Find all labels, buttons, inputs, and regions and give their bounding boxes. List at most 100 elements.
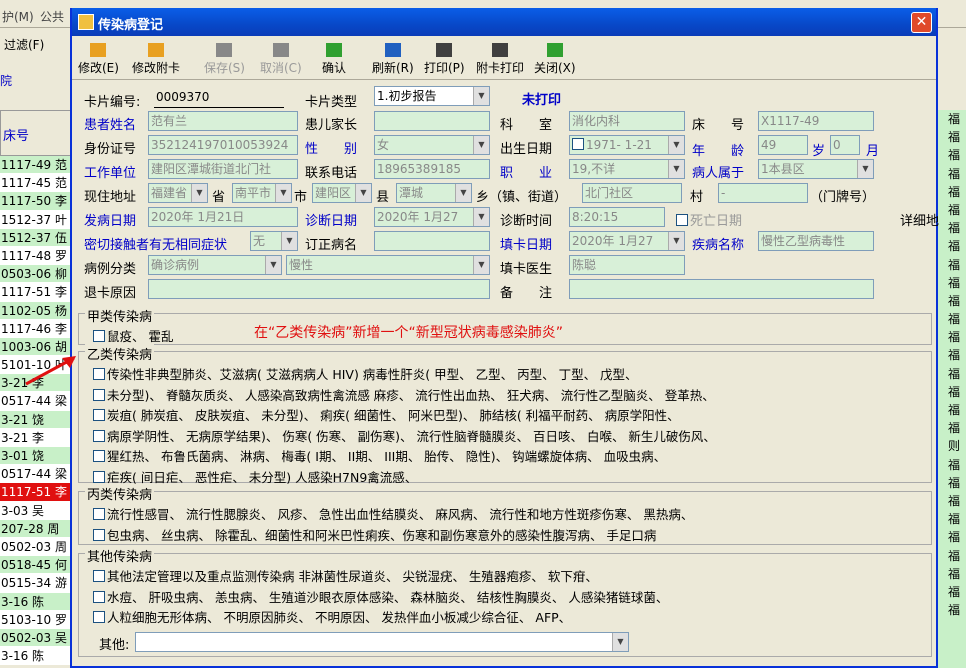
town-select[interactable]: 潭城 ▼ (396, 183, 472, 203)
fill-date-field[interactable]: 2020年 1月27 ▼ (569, 231, 685, 251)
phone-field[interactable]: 18965389185 (374, 159, 490, 179)
chevron-down-icon[interactable]: ▼ (668, 232, 684, 250)
dept-field[interactable]: 消化内科 (569, 111, 685, 131)
table-row[interactable]: 3-01 饶 (0, 447, 72, 466)
chevron-down-icon[interactable]: ▼ (191, 184, 207, 202)
toolbar-button[interactable]: 确认 (322, 41, 346, 77)
remark-field[interactable] (569, 279, 874, 299)
disease-checkbox[interactable] (93, 570, 105, 582)
sex-select[interactable]: 女 ▼ (374, 135, 490, 155)
card-type-select[interactable]: 1.初步报告 ▼ (374, 86, 490, 106)
chevron-down-icon[interactable]: ▼ (473, 87, 489, 105)
chevron-down-icon[interactable]: ▼ (473, 136, 489, 154)
bed-field[interactable]: X1117-49 (758, 111, 874, 131)
diag-field[interactable]: 2020年 1月27 ▼ (374, 207, 490, 227)
chevron-down-icon[interactable]: ▼ (668, 136, 684, 154)
parent-field[interactable] (374, 111, 490, 131)
reject-field[interactable] (148, 279, 490, 299)
table-row[interactable]: 0503-06 柳 (0, 265, 72, 284)
table-row[interactable]: 5103-10 罗 (0, 610, 72, 629)
toolbar-button[interactable]: 附卡打印 (476, 41, 524, 77)
disease-option-line[interactable]: 猩红热、 布鲁氏菌病、 淋病、 梅毒( I期、 II期、 III期、 胎传、 隐… (93, 446, 666, 465)
village-field[interactable]: 北门社区 (582, 183, 682, 203)
table-row[interactable]: 0502-03 周 (0, 537, 72, 557)
disease-checkbox[interactable] (93, 409, 105, 421)
toolbar-button[interactable]: 取消(C) (260, 41, 302, 77)
chevron-down-icon[interactable]: ▼ (455, 184, 471, 202)
house-field[interactable]: - (718, 183, 808, 203)
table-row[interactable]: 1117-49 范 (0, 156, 72, 175)
table-row[interactable]: 1117-50 李 (0, 192, 72, 211)
disease-field[interactable]: 慢性乙型病毒性 (758, 231, 874, 251)
disease-option-line[interactable]: 其他法定管理以及重点监测传染病 非淋菌性尿道炎、 尖锐湿疣、 生殖器疱疹、 软下… (93, 566, 598, 585)
toolbar-button[interactable]: 修改附卡 (132, 41, 180, 77)
filter-button[interactable]: 过滤(F) (4, 36, 44, 53)
county-select[interactable]: 建阳区 ▼ (312, 183, 372, 203)
toolbar-button[interactable]: 保存(S) (204, 41, 245, 77)
table-row[interactable]: 0517-44 梁 (0, 392, 72, 411)
chevron-down-icon[interactable]: ▼ (612, 633, 628, 651)
contact-select[interactable]: 无 ▼ (250, 231, 298, 251)
disease-checkbox[interactable] (93, 470, 105, 483)
diagtime-field[interactable]: 8:20:15 (569, 207, 665, 227)
card-no-field[interactable]: 0009370 (154, 88, 284, 108)
month-field[interactable]: 0 (830, 135, 860, 155)
disease-option-line[interactable]: 未分型)、 脊髓灰质炎、 人感染高致病性禽流感 麻疹、 流行性出血热、 狂犬病、… (93, 385, 715, 404)
table-row[interactable]: 0518-45 何 (0, 556, 72, 575)
menu-item[interactable]: 护(M) (2, 8, 34, 25)
work-field[interactable]: 建阳区潭城街道北门社 (148, 159, 298, 179)
disease-option-line[interactable]: 包虫病、 丝虫病、 除霍乱、细菌性和阿米巴性痢疾、伤寒和副伤寒意外的感染性腹泻病… (93, 525, 656, 544)
close-icon[interactable]: ✕ (911, 12, 932, 33)
table-row[interactable]: 3-16 陈 (0, 647, 72, 666)
chevron-down-icon[interactable]: ▼ (275, 184, 291, 202)
table-row[interactable]: 1117-51 李 (0, 483, 72, 502)
birth-checkbox[interactable] (572, 138, 584, 150)
other-select[interactable]: ▼ (135, 632, 629, 652)
menu-item[interactable]: 公共 (40, 8, 64, 25)
disease-option-line[interactable]: 炭疽( 肺炭疽、 皮肤炭疽、 未分型)、 痢疾( 细菌性、 阿米巴型)、 肺结核… (93, 405, 680, 424)
patient-field[interactable]: 范有兰 (148, 111, 298, 131)
disease-checkbox[interactable] (93, 429, 105, 442)
table-row[interactable]: 1117-48 罗 (0, 246, 72, 266)
disease-checkbox[interactable] (93, 450, 105, 462)
toolbar-button[interactable]: 打印(P) (424, 41, 465, 77)
chevron-down-icon[interactable]: ▼ (281, 232, 297, 250)
disease-checkbox[interactable] (93, 368, 105, 380)
onset-field[interactable]: 2020年 1月21日 (148, 207, 298, 227)
toolbar-button[interactable]: 刷新(R) (372, 41, 414, 77)
id-field[interactable]: 352124197010053924 (148, 135, 298, 155)
chevron-down-icon[interactable]: ▼ (265, 256, 281, 274)
table-row[interactable]: 0515-34 游 (0, 574, 72, 593)
table-row[interactable]: 1512-37 伍 (0, 228, 72, 247)
table-row[interactable]: 3-03 吴 (0, 501, 72, 520)
toolbar-button[interactable]: 关闭(X) (534, 41, 576, 77)
disease-option-line[interactable]: 人粒细胞无形体病、 不明原因肺炎、 不明原因、 发热伴血小板减少综合征、 AFP… (93, 607, 571, 626)
class-a-options[interactable]: 鼠疫、 霍乱 (93, 326, 173, 345)
table-row[interactable]: 1117-51 李 (0, 283, 72, 302)
chevron-down-icon[interactable]: ▼ (668, 160, 684, 178)
disease-option-line[interactable]: 病原学阴性、 无病原学结果)、 伤寒( 伤寒、 副伤寒)、 流行性脑脊髓膜炎、 … (93, 426, 716, 445)
revise-field[interactable] (374, 231, 490, 251)
toolbar-button[interactable]: 修改(E) (78, 41, 119, 77)
disease-checkbox[interactable] (93, 388, 105, 401)
city-select[interactable]: 南平市 ▼ (232, 183, 292, 203)
chevron-down-icon[interactable]: ▼ (857, 160, 873, 178)
death-checkbox[interactable] (676, 214, 688, 226)
table-row[interactable]: 1102-05 杨 (0, 301, 72, 320)
disease-option-line[interactable]: 水痘、 肝吸虫病、 恙虫病、 生殖道沙眼衣原体感染、 森林脑炎、 结核性胸膜炎、… (93, 587, 668, 606)
disease-checkbox[interactable] (93, 528, 105, 541)
table-row[interactable]: 3-21 李 (0, 428, 72, 447)
disease-checkbox[interactable] (93, 508, 105, 520)
disease-option-line[interactable]: 疟疾( 间日疟、 恶性疟、 未分型) 人感染H7N9禽流感、 (93, 467, 417, 486)
case-class2-select[interactable]: 慢性 ▼ (286, 255, 490, 275)
birth-field[interactable]: 1971- 1-21 ▼ (569, 135, 685, 155)
job-select[interactable]: 19,不详 ▼ (569, 159, 685, 179)
table-row[interactable]: 207-28 周 (0, 519, 72, 538)
disease-checkbox[interactable] (93, 590, 105, 603)
table-row[interactable]: 1117-45 范 (0, 174, 72, 193)
table-row[interactable]: 0502-03 吴 (0, 628, 72, 648)
doctor-field[interactable]: 陈聪 (569, 255, 685, 275)
belong-select[interactable]: 1本县区 ▼ (758, 159, 874, 179)
disease-option-line[interactable]: 流行性感冒、 流行性腮腺炎、 风疹、 急性出血性结膜炎、 麻风病、 流行性和地方… (93, 504, 693, 523)
table-row[interactable]: 1512-37 叶 (0, 210, 72, 229)
